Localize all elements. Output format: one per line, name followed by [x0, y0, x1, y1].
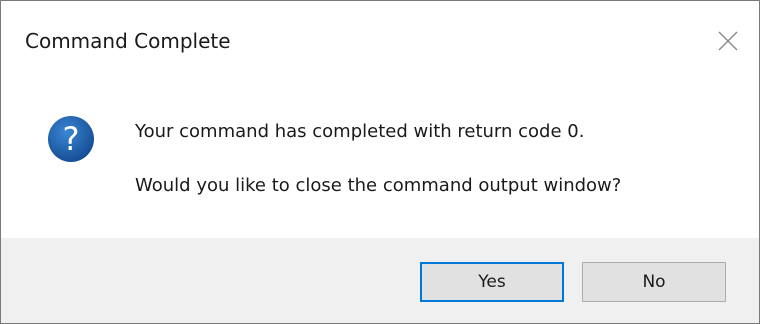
dialog-window: Command Complete ? Your command has comp… — [0, 0, 760, 324]
close-button[interactable] — [709, 23, 749, 59]
message-line-2: Would you like to close the command outp… — [135, 175, 622, 196]
window-title: Command Complete — [25, 29, 231, 53]
message-line-1: Your command has completed with return c… — [135, 121, 585, 142]
no-button[interactable]: No — [582, 262, 726, 302]
dialog-content: ? Your command has completed with return… — [1, 83, 759, 238]
question-icon: ? — [48, 116, 94, 162]
title-bar: Command Complete — [1, 1, 759, 83]
close-icon — [718, 31, 738, 51]
yes-button[interactable]: Yes — [420, 262, 564, 302]
button-bar: Yes No — [1, 238, 759, 323]
svg-text:?: ? — [63, 120, 80, 158]
